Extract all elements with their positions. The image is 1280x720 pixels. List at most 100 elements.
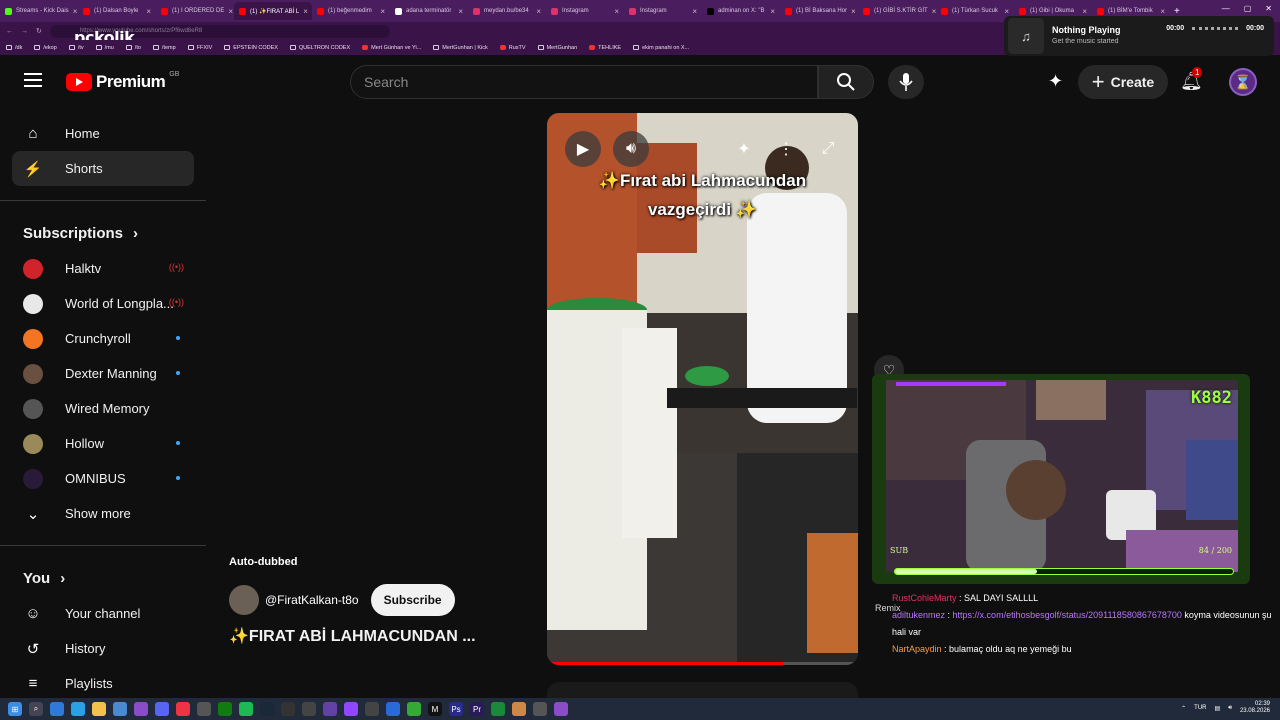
reload-icon[interactable]: ↻ [36,27,42,35]
tray-chevron-icon[interactable]: ⌃ [1181,705,1186,712]
app-icon-7[interactable] [407,702,421,716]
discord-icon[interactable] [155,702,169,716]
account-avatar[interactable]: ⌛ [1229,68,1257,96]
browser-tab[interactable]: adana terminatör × [390,2,468,20]
chat-username[interactable]: RustCohleMarty [892,593,957,603]
search-button[interactable] [818,65,874,99]
app-icon-2[interactable] [197,702,211,716]
short-title[interactable]: ✨FIRAT ABİ LAHMACUNDAN ... [229,626,476,646]
tray-lang[interactable]: TUR [1194,705,1206,711]
chat-username[interactable]: adiltukenmez [892,610,945,620]
app-icon-1[interactable] [176,702,190,716]
short-video-player[interactable]: ▶ 🔊︎ ✦ ⋮ ⤢ ✨Fırat abi Lahmacundan vazgeç… [547,113,858,665]
tab-close-icon[interactable]: × [303,7,308,16]
app-icon-9[interactable] [491,702,505,716]
sidebar-subscription-item[interactable]: Crunchyroll [12,321,194,356]
browser-tab[interactable]: (1) ✨FIRAT ABİ L × [234,2,312,20]
tab-close-icon[interactable]: × [1082,7,1087,16]
sidebar-subscription-item[interactable]: OMNIBUS [12,461,194,496]
sidebar-subscription-item[interactable]: Halktv ((•)) [12,251,194,286]
tab-close-icon[interactable]: × [851,7,856,16]
bookmark-item[interactable]: /temp [152,45,176,51]
sidebar-subscription-item[interactable]: World of Longpla... ((•)) [12,286,194,321]
more-options-icon[interactable]: ⋮ [768,131,804,167]
browser-tab[interactable]: (1) Türkan Sucuk × [936,2,1014,20]
tab-close-icon[interactable]: × [146,7,151,16]
subscribe-button[interactable]: Subscribe [370,584,455,616]
app-icon-5[interactable] [365,702,379,716]
close-window-button[interactable]: ✕ [1265,4,1272,13]
play-button[interactable]: ▶ [565,131,601,167]
browser-tab[interactable]: meydan.bu/be34 × [468,2,546,20]
file-explorer-icon[interactable] [92,702,106,716]
photoshop-icon[interactable]: Ps [449,702,463,716]
minimize-button[interactable]: — [1222,4,1230,13]
tab-close-icon[interactable]: × [692,7,697,16]
spotify-icon[interactable] [239,702,253,716]
bookmark-item[interactable]: /to [125,45,141,51]
app-icon-12[interactable] [554,702,568,716]
youtube-logo[interactable]: Premium GB [66,71,179,92]
browser-tab[interactable]: (1) I ORDERED DE × [156,2,234,20]
tab-close-icon[interactable]: × [228,7,233,16]
twitch-icon[interactable] [323,702,337,716]
browser-tab[interactable]: (1) Dalsan Boyle × [78,2,156,20]
app-icon-11[interactable] [533,702,547,716]
app-icon-3[interactable] [281,702,295,716]
media-progress-bar[interactable] [1192,27,1239,30]
back-icon[interactable]: ← [6,28,13,35]
browser-tab[interactable]: Streams - Kick Dais × [0,2,78,20]
sidebar-item-home[interactable]: ⌂ Home [12,116,194,151]
video-progress-bar[interactable] [547,662,858,665]
widgets-icon[interactable] [50,702,64,716]
xbox-icon[interactable] [218,702,232,716]
bookmark-item[interactable]: MertGunhan | Kick [433,45,488,51]
bookmark-item[interactable]: /ekop [34,45,57,51]
browser-tab[interactable]: (1) GİBİ S.KTİR GİT × [858,2,936,20]
voice-search-button[interactable] [888,65,924,99]
create-button[interactable]: + Create [1078,65,1168,99]
app-icon-10[interactable] [512,702,526,716]
browser-tab[interactable]: Instagram × [624,2,702,20]
show-more-button[interactable]: ⌄ Show more [12,496,194,531]
network-icon[interactable]: ▤ [1215,705,1221,712]
tab-close-icon[interactable]: × [614,7,619,16]
volume-tray-icon[interactable]: 🔊︎ [1228,705,1232,712]
bookmark-item[interactable]: RusTV [499,45,526,51]
menu-icon[interactable] [24,73,42,91]
start-icon[interactable]: ⊞ [8,702,22,716]
sidebar-item-your-channel[interactable]: ☺ Your channel [12,596,194,631]
maximize-button[interactable]: ▢ [1244,4,1252,13]
chat-link[interactable]: https://x.com/etihosbesgolf/status/20911… [953,610,1182,620]
chat-username[interactable]: NartApaydin [892,644,942,654]
bookmark-item[interactable]: MertGunhan [537,45,577,51]
browser-tab[interactable]: (1) Bİ Baksana Hor × [780,2,858,20]
app-icon-8[interactable]: M [428,702,442,716]
browser-icon[interactable] [134,702,148,716]
subscriptions-header[interactable]: Subscriptions › [12,215,194,251]
obs-icon[interactable] [302,702,316,716]
clock[interactable]: 02:39 23.08.2026 [1240,701,1270,715]
spark-icon[interactable]: ✦ [726,131,762,167]
search-taskbar-icon[interactable]: ⌕ [29,702,43,716]
channel-avatar[interactable] [229,585,259,615]
sidebar-subscription-item[interactable]: Wired Memory [12,391,194,426]
tab-close-icon[interactable]: × [536,7,541,16]
bookmark-item[interactable]: EPSTEIN CODEX [224,45,278,51]
fullscreen-icon[interactable]: ⤢ [810,131,846,167]
app-icon-4[interactable] [344,702,358,716]
tab-close-icon[interactable]: × [770,7,775,16]
tab-close-icon[interactable]: × [380,7,385,16]
bookmark-item[interactable]: FFXIV [187,45,212,51]
bookmark-item[interactable]: QUELTRON CODEX [289,45,350,51]
notifications-button[interactable]: 🔔︎ 1 [1180,67,1203,92]
sidebar-item-history[interactable]: ↺ History [12,631,194,666]
forward-icon[interactable]: → [21,28,28,35]
music-note-icon[interactable]: ♫ [1008,18,1044,54]
new-tab-button[interactable]: + [1174,6,1180,17]
sidebar-item-shorts[interactable]: ⚡ Shorts [12,151,194,186]
bookmark-item[interactable]: /mu [95,45,114,51]
tab-close-icon[interactable]: × [1004,7,1009,16]
bookmark-item[interactable]: TEHLIKE [589,45,621,51]
notepad-icon[interactable] [113,702,127,716]
